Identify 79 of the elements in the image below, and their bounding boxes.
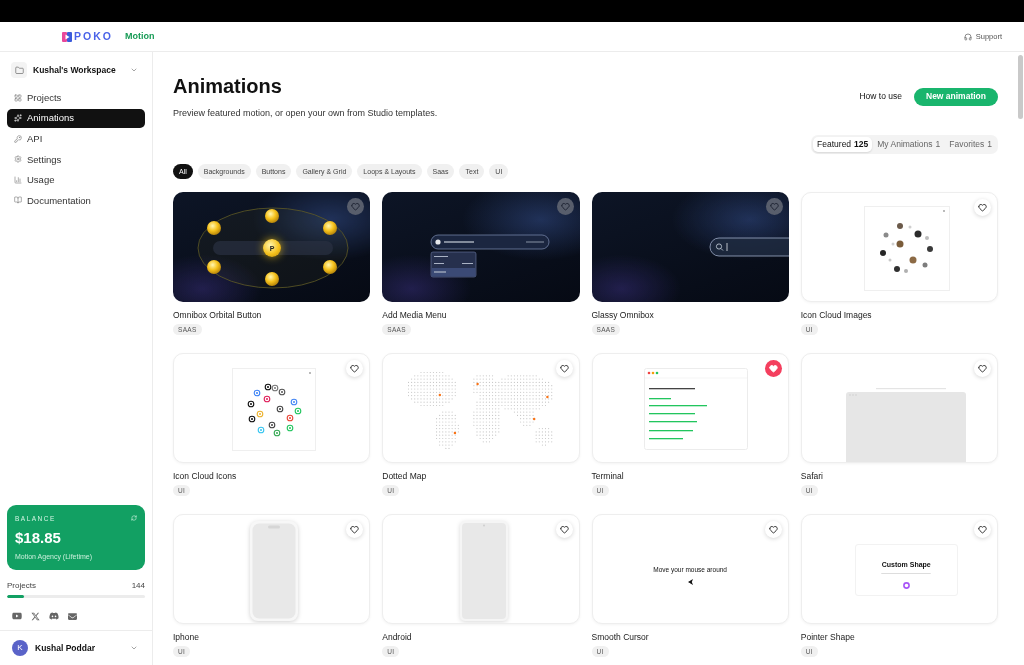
nav-item[interactable]: API — [7, 129, 145, 149]
projects-label: Projects — [7, 580, 36, 592]
heart-icon — [978, 364, 987, 373]
cursor-icon — [687, 579, 693, 585]
card-title: Smooth Cursor — [591, 632, 650, 643]
animation-preview[interactable] — [591, 192, 789, 302]
tab[interactable]: Featured 125 — [813, 137, 873, 152]
x-icon[interactable] — [31, 611, 40, 621]
heart-icon — [978, 525, 987, 534]
logo-icon — [62, 31, 72, 42]
sparkles-icon — [14, 114, 22, 123]
refresh-icon[interactable] — [131, 515, 137, 521]
product-name: Motion — [124, 32, 155, 41]
favorite-button[interactable] — [555, 360, 573, 377]
favorite-button[interactable] — [764, 360, 782, 377]
card-title: Add Media Menu — [382, 310, 448, 321]
heart-icon — [559, 364, 569, 373]
grid-icon — [14, 93, 22, 102]
scrollbar-thumb[interactable] — [1018, 55, 1023, 119]
tab[interactable]: Favorites 1 — [945, 137, 996, 152]
bar-chart-icon — [14, 175, 22, 184]
caption-line-drawing — [881, 573, 932, 575]
user-menu[interactable]: K Kushal Poddar — [7, 631, 145, 665]
heart-icon — [560, 202, 570, 211]
tab[interactable]: My Animations 1 — [873, 137, 945, 152]
favorite-button[interactable] — [346, 521, 364, 538]
page-subtitle: Preview featured motion, or open your own from Studio templates. — [173, 107, 438, 119]
book-icon — [14, 196, 22, 205]
youtube-icon[interactable] — [12, 611, 22, 621]
animation-preview[interactable] — [591, 353, 789, 463]
heart-icon — [768, 525, 778, 534]
heart-icon — [559, 525, 569, 534]
card-title: Pointer Shape — [800, 632, 856, 643]
card-title: Dotted Map — [382, 471, 428, 482]
card-title: Safari — [800, 471, 824, 482]
heart-icon — [350, 364, 360, 373]
discord-icon[interactable] — [49, 611, 59, 621]
nav-item[interactable]: Animations — [7, 108, 145, 128]
help-link[interactable]: How to use — [859, 90, 902, 103]
mail-icon[interactable] — [68, 611, 77, 621]
folder-icon — [11, 62, 27, 78]
card-title: Omnibox Orbital Button — [173, 310, 263, 321]
chevron-down-icon — [130, 644, 138, 652]
ring-icon — [902, 582, 910, 590]
nav-item[interactable]: Projects — [7, 88, 145, 107]
animation-preview[interactable] — [382, 192, 580, 302]
workspace-selector[interactable]: Kushal's Workspace — [7, 60, 145, 80]
card-title: Terminal — [591, 471, 625, 482]
projects-count: 144 — [131, 580, 145, 592]
heart-icon — [769, 202, 779, 211]
card-title: Icon Cloud Images — [800, 310, 873, 321]
favorite-button[interactable] — [974, 521, 991, 538]
card-title: Icon Cloud Icons — [173, 471, 238, 482]
nav-item[interactable]: Settings — [7, 149, 145, 169]
favorite-button[interactable] — [346, 360, 364, 377]
key-icon — [14, 134, 22, 143]
card-title: Iphone — [173, 632, 200, 643]
page-title: Animations — [173, 74, 283, 98]
nav-item[interactable]: Documentation — [7, 190, 145, 210]
avatar: K — [12, 640, 28, 656]
favorite-button[interactable] — [347, 198, 365, 215]
favorite-button[interactable] — [974, 360, 991, 377]
card-title: Android — [382, 632, 413, 643]
favorite-button[interactable] — [764, 521, 782, 538]
heart-icon — [351, 202, 361, 211]
heart-icon — [768, 364, 778, 373]
favorite-button[interactable] — [974, 199, 991, 216]
brand-name: POKO — [74, 31, 113, 42]
nav-item[interactable]: Usage — [7, 170, 145, 190]
balance-amount: $18.85 — [15, 529, 62, 547]
heart-icon — [978, 203, 987, 212]
favorite-button[interactable] — [555, 521, 573, 538]
headphones-icon — [963, 32, 972, 41]
settings-icon — [14, 155, 22, 164]
favorite-button[interactable] — [556, 198, 574, 215]
favorite-button[interactable] — [765, 198, 783, 215]
chevron-down-icon — [130, 66, 138, 74]
card-title: Glassy Omnibox — [591, 310, 655, 321]
heart-icon — [350, 525, 360, 534]
